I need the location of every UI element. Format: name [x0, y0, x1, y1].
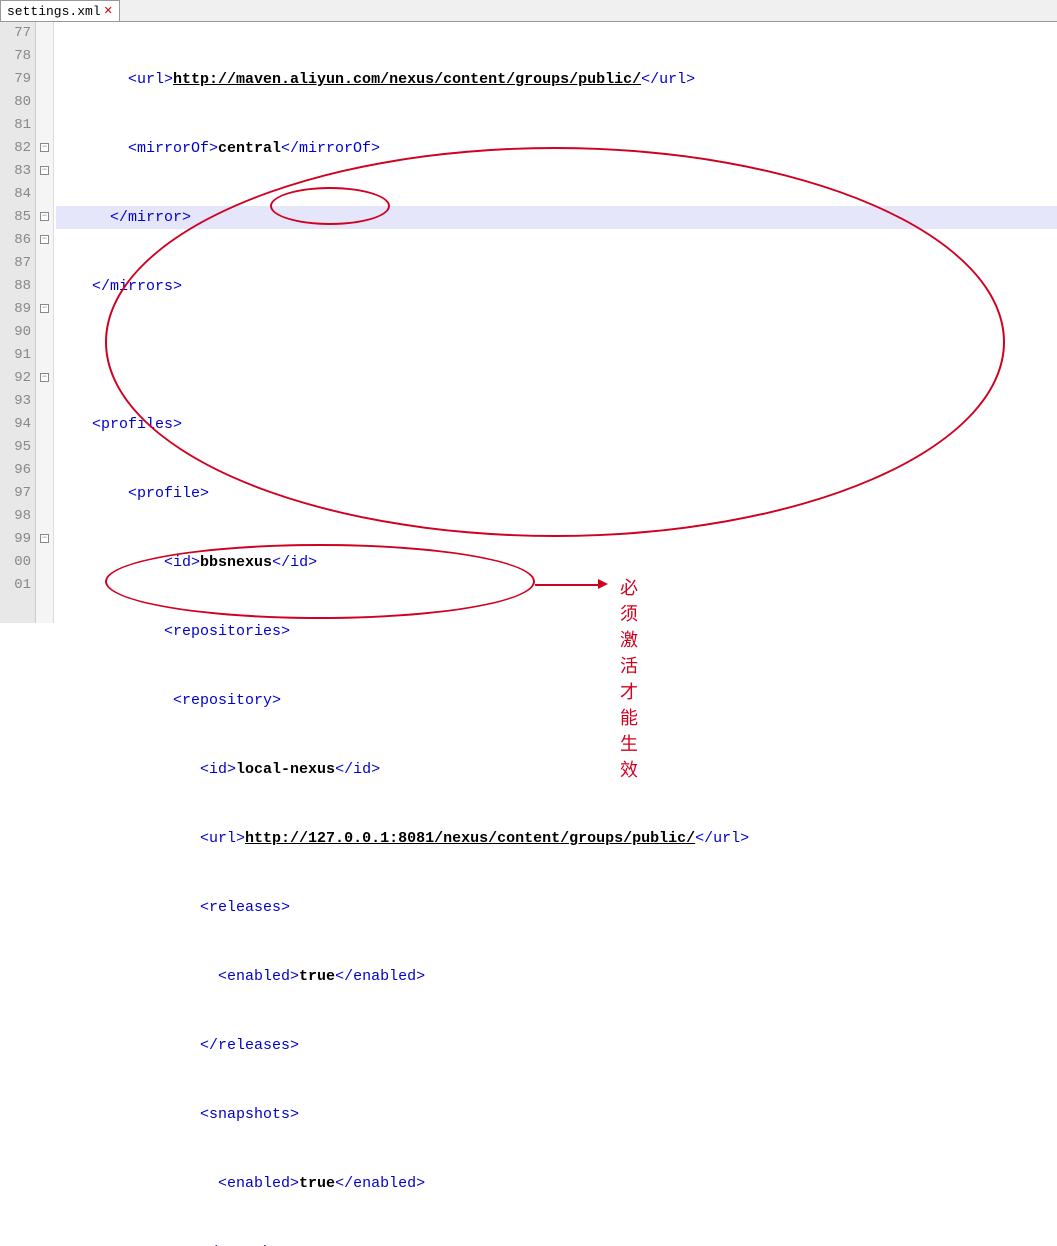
- fold-column: − − − − − − −: [36, 22, 54, 623]
- code-line: <id>local-nexus</id>: [56, 758, 1057, 781]
- code-line: <profile>: [56, 482, 1057, 505]
- fold-toggle-icon[interactable]: −: [40, 166, 49, 175]
- line-number: 87: [0, 252, 31, 275]
- line-number: 98: [0, 505, 31, 528]
- code-line-highlighted: </mirror>: [56, 206, 1057, 229]
- code-line: <repositories>: [56, 620, 1057, 643]
- fold-toggle-icon[interactable]: −: [40, 143, 49, 152]
- line-number: 82: [0, 137, 31, 160]
- line-number: 96: [0, 459, 31, 482]
- fold-toggle-icon[interactable]: −: [40, 534, 49, 543]
- line-number: 77: [0, 22, 31, 45]
- code-line: <url>http://maven.aliyun.com/nexus/conte…: [56, 68, 1057, 91]
- line-number-gutter: 7778798081828384858687888990919293949596…: [0, 22, 36, 623]
- line-number: 88: [0, 275, 31, 298]
- fold-toggle-icon[interactable]: −: [40, 235, 49, 244]
- code-line: <enabled>true</enabled>: [56, 965, 1057, 988]
- code-line: [56, 344, 1057, 367]
- code-area[interactable]: <url>http://maven.aliyun.com/nexus/conte…: [54, 22, 1057, 623]
- code-line: <mirrorOf>central</mirrorOf>: [56, 137, 1057, 160]
- code-line: <releases>: [56, 896, 1057, 919]
- line-number: 01: [0, 574, 31, 597]
- code-line: <id>bbsnexus</id>: [56, 551, 1057, 574]
- file-tab[interactable]: settings.xml ✕: [0, 0, 120, 21]
- code-line: <repository>: [56, 689, 1057, 712]
- code-line: </mirrors>: [56, 275, 1057, 298]
- code-line: </snapshots>: [56, 1241, 1057, 1246]
- line-number: 89: [0, 298, 31, 321]
- line-number: 79: [0, 68, 31, 91]
- line-number: 93: [0, 390, 31, 413]
- tab-bar: settings.xml ✕: [0, 0, 1057, 22]
- fold-toggle-icon[interactable]: −: [40, 304, 49, 313]
- line-number: 97: [0, 482, 31, 505]
- fold-toggle-icon[interactable]: −: [40, 212, 49, 221]
- line-number: 78: [0, 45, 31, 68]
- line-number: 84: [0, 183, 31, 206]
- code-line: <url>http://127.0.0.1:8081/nexus/content…: [56, 827, 1057, 850]
- line-number: 80: [0, 91, 31, 114]
- line-number: 86: [0, 229, 31, 252]
- line-number: 92: [0, 367, 31, 390]
- line-number: 81: [0, 114, 31, 137]
- line-number: 91: [0, 344, 31, 367]
- close-icon[interactable]: ✕: [104, 4, 113, 18]
- line-number: 83: [0, 160, 31, 183]
- code-line: <profiles>: [56, 413, 1057, 436]
- fold-toggle-icon[interactable]: −: [40, 373, 49, 382]
- editor: 7778798081828384858687888990919293949596…: [0, 22, 1057, 623]
- line-number: 85: [0, 206, 31, 229]
- code-line: <snapshots>: [56, 1103, 1057, 1126]
- line-number: 95: [0, 436, 31, 459]
- tab-label: settings.xml: [7, 4, 101, 19]
- line-number: 90: [0, 321, 31, 344]
- code-line: <enabled>true</enabled>: [56, 1172, 1057, 1195]
- line-number: 00: [0, 551, 31, 574]
- line-number: 94: [0, 413, 31, 436]
- line-number: 99: [0, 528, 31, 551]
- code-line: </releases>: [56, 1034, 1057, 1057]
